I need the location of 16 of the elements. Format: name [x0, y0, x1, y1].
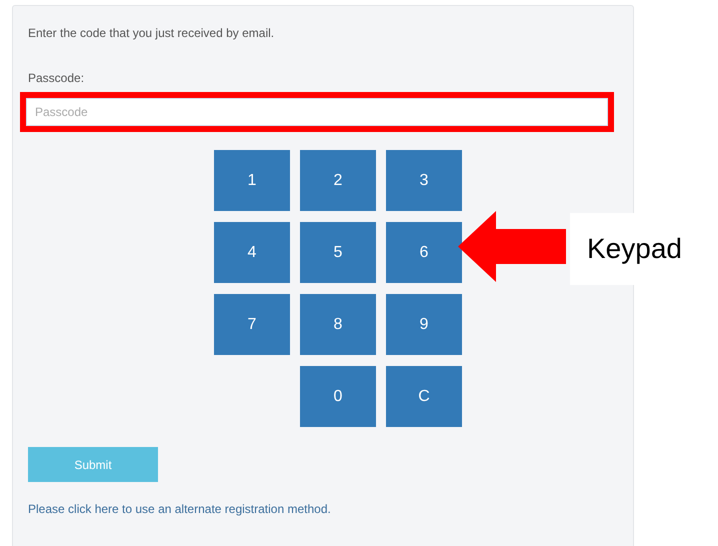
- keypad-key[interactable]: 7: [214, 294, 290, 355]
- keypad-key[interactable]: 4: [214, 222, 290, 283]
- arrow-icon: [458, 211, 566, 282]
- keypad-key[interactable]: 3: [386, 150, 462, 211]
- instruction-text: Enter the code that you just received by email.: [28, 26, 276, 40]
- keypad-key[interactable]: 8: [300, 294, 376, 355]
- keypad-key[interactable]: 6: [386, 222, 462, 283]
- keypad-key[interactable]: 0: [300, 366, 376, 427]
- keypad-key[interactable]: C: [386, 366, 462, 427]
- passcode-field[interactable]: Passcode: [26, 98, 608, 126]
- keypad-key[interactable]: 5: [300, 222, 376, 283]
- alternate-registration-link[interactable]: Please click here to use an alternate registration method.: [28, 502, 613, 516]
- keypad-key[interactable]: 9: [386, 294, 462, 355]
- keypad-key[interactable]: 1: [214, 150, 290, 211]
- passcode-label: Passcode:: [28, 71, 86, 85]
- keypad-key[interactable]: 2: [300, 150, 376, 211]
